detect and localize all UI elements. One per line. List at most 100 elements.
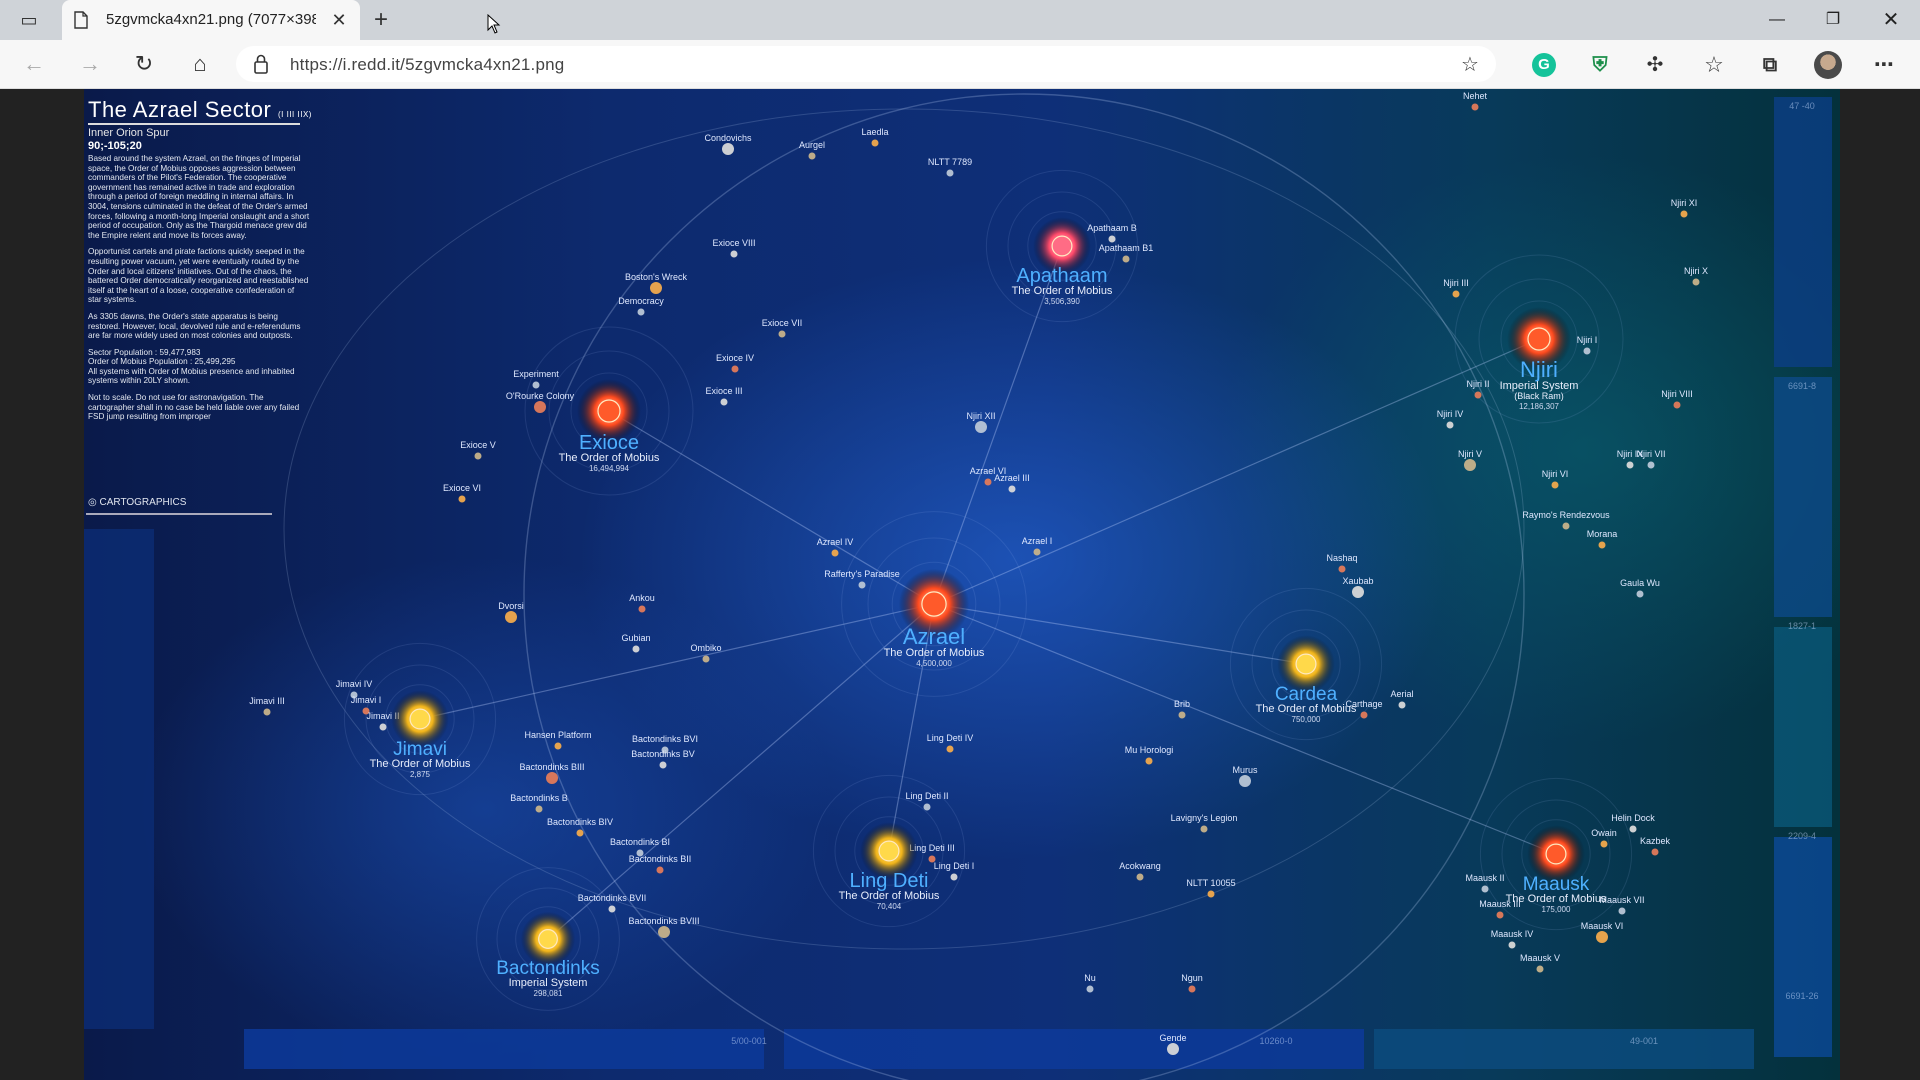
system-label: NLTT 7789: [928, 157, 972, 167]
planet-body: [778, 330, 786, 338]
system-label: Bactondinks BVI: [632, 734, 698, 744]
planet-body: [950, 873, 958, 881]
restore-icon[interactable]: ❐: [1808, 6, 1858, 34]
minimize-icon[interactable]: —: [1752, 6, 1802, 34]
system-label: Apathaam B: [1087, 223, 1137, 233]
ellipsis-icon[interactable]: ⋯: [1872, 53, 1896, 77]
system-label: Ombiko: [690, 643, 721, 653]
planet-body: [946, 745, 954, 753]
planet-body: [702, 655, 710, 663]
faction-label: The Order of Mobius: [839, 890, 940, 902]
population-label: 3,506,390: [1044, 297, 1080, 306]
system-label: Azrael III: [994, 473, 1030, 483]
planet-body: [1239, 775, 1251, 787]
arrow-right-icon[interactable]: →: [76, 50, 104, 78]
system-label: Bactondinks BII: [629, 854, 692, 864]
grid-code: 6691-8: [1788, 381, 1816, 391]
planet-body: [1471, 103, 1479, 111]
home-icon[interactable]: ⌂: [186, 50, 214, 78]
planet-body: [1692, 278, 1700, 286]
browser-toolbar: ← → ↻ ⌂ https://i.redd.it/5zgvmcka4xn21.…: [0, 40, 1920, 89]
planet-body: [722, 143, 734, 155]
star-core: [409, 708, 431, 730]
close-icon[interactable]: ✕: [328, 9, 350, 31]
system-label: Maausk II: [1465, 873, 1504, 883]
population-label: 70,404: [877, 902, 902, 911]
system-label: Bactondinks BIV: [547, 817, 613, 827]
arrow-left-icon[interactable]: ←: [20, 50, 48, 78]
grammarly-extension-icon[interactable]: G: [1532, 53, 1556, 77]
system-label: Bactondinks B: [510, 793, 568, 803]
tab-bar: ▭ 5zgvmcka4xn21.png (7077×398 ✕ + — ❐ ✕: [0, 0, 1920, 40]
planet-body: [1600, 840, 1608, 848]
system-label: Laedla: [861, 127, 888, 137]
star-core: [1295, 653, 1317, 675]
avatar[interactable]: [1814, 51, 1842, 79]
desc-paragraph: Opportunist cartels and pirate factions …: [88, 247, 309, 305]
system-label: Apathaam B1: [1099, 243, 1154, 253]
planet-body: [730, 250, 738, 258]
star-plus-icon[interactable]: ☆: [1458, 53, 1482, 77]
url-text[interactable]: https://i.redd.it/5zgvmcka4xn21.png: [290, 55, 564, 75]
favorites-icon[interactable]: ☆: [1702, 53, 1726, 77]
grid-code: 2209-4: [1788, 831, 1816, 841]
browser-tab[interactable]: 5zgvmcka4xn21.png (7077×398 ✕: [62, 0, 360, 40]
sector-map-image[interactable]: Condovichs Aurgel Laedla NLTT 7789 Nehet Exio…: [84, 89, 1840, 1080]
file-icon: [74, 11, 88, 29]
system-label: Ankou: [629, 593, 655, 603]
desc-paragraph: Based around the system Azrael, on the f…: [88, 154, 310, 240]
collections-icon[interactable]: ⧉: [1758, 53, 1782, 77]
planet-body: [1145, 757, 1153, 765]
system-label: Boston's Wreck: [625, 272, 688, 282]
planet-body: [637, 308, 645, 316]
sidebar-toggle-icon[interactable]: ▭: [18, 9, 40, 31]
system-label: Owain: [1591, 828, 1617, 838]
planet-body: [546, 772, 558, 784]
desc-paragraph: Sector Population : 59,477,983 Order of …: [88, 347, 295, 386]
planet-body: [871, 139, 879, 147]
grid-code: 49-001: [1630, 1036, 1658, 1046]
planet-body: [1200, 825, 1208, 833]
image-viewer: Condovichs Aurgel Laedla NLTT 7789 Nehet Exio…: [0, 89, 1920, 1080]
puzzle-icon[interactable]: ✣: [1643, 53, 1667, 77]
tab-title: 5zgvmcka4xn21.png (7077×398: [106, 11, 316, 28]
sector-subtitle: Inner Orion Spur: [88, 127, 170, 139]
shield-extension-icon[interactable]: ⛨: [1588, 53, 1612, 77]
planet-body: [1398, 701, 1406, 709]
planet-body: [1647, 461, 1655, 469]
plus-icon[interactable]: +: [368, 8, 394, 34]
system-label: Jimavi III: [249, 696, 285, 706]
grid-code: 6691-26: [1785, 991, 1818, 1001]
system-label: Njiri XI: [1671, 198, 1698, 208]
trade-route: [419, 603, 935, 720]
reload-icon[interactable]: ↻: [130, 50, 158, 78]
logo-underline: [86, 513, 272, 515]
cartographics-logo: ◎ CARTOGRAPHICS: [88, 497, 187, 508]
planet-body: [263, 708, 271, 716]
system-label: NLTT 10055: [1186, 878, 1235, 888]
system-label: Xaubab: [1342, 576, 1373, 586]
system-label: Exioce VIII: [712, 238, 755, 248]
lock-icon[interactable]: [254, 54, 268, 74]
planet-body: [1651, 848, 1659, 856]
major-system-name: Exioce: [579, 432, 639, 454]
star-core: [878, 840, 900, 862]
address-bar[interactable]: https://i.redd.it/5zgvmcka4xn21.png ☆: [236, 46, 1496, 82]
system-label: Bactondinks BVIII: [628, 916, 699, 926]
planet-body: [1108, 235, 1116, 243]
population-label: 750,000: [1292, 715, 1321, 724]
window-close-icon[interactable]: ✕: [1866, 6, 1916, 34]
system-label: Lavigny's Legion: [1171, 813, 1238, 823]
system-label: Exioce IV: [716, 353, 754, 363]
trade-route: [933, 338, 1540, 605]
sector-coordinates: 90;-105;20: [88, 140, 142, 152]
planet-body: [1188, 985, 1196, 993]
system-label: Democracy: [618, 296, 664, 306]
star-map: Condovichs Aurgel Laedla NLTT 7789 Nehet Exio…: [249, 91, 1819, 1080]
system-label: Ngun: [1181, 973, 1203, 983]
planet-body: [1598, 541, 1606, 549]
planet-body: [1474, 391, 1482, 399]
system-label: Exioce VII: [762, 318, 803, 328]
sector-description: Based around the system Azrael, on the f…: [88, 154, 310, 429]
planet-body: [831, 549, 839, 557]
